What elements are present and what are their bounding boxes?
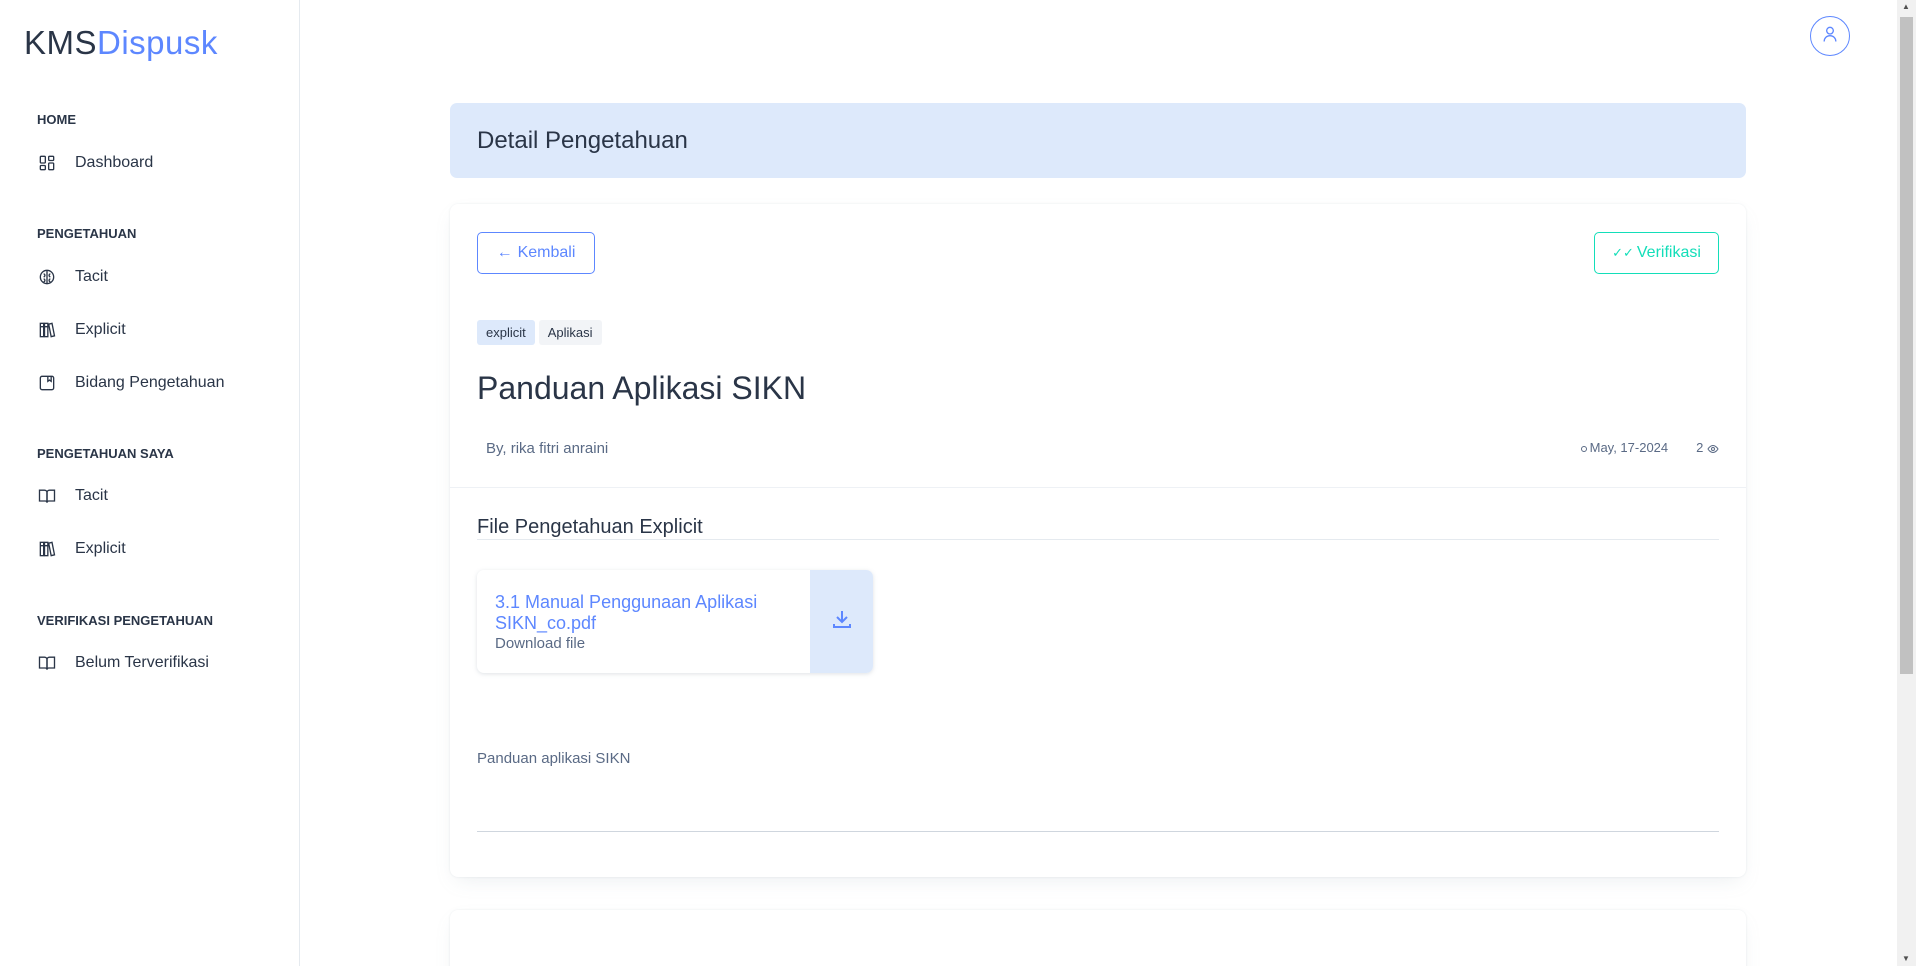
eye-icon	[1707, 440, 1719, 455]
download-button[interactable]	[810, 570, 873, 673]
tag-category: Aplikasi	[538, 320, 602, 345]
sidebar-item-label: Dashboard	[75, 154, 154, 171]
page-title: Detail Pengetahuan	[477, 126, 688, 154]
sidebar-item-my-tacit[interactable]: Tacit	[37, 476, 277, 516]
arrow-left-icon: ←	[496, 244, 513, 261]
user-avatar-button[interactable]	[1810, 16, 1850, 56]
user-icon	[1820, 24, 1840, 49]
file-download-card: 3.1 Manual Penggunaan Aplikasi SIKN_co.p…	[477, 570, 873, 673]
sidebar-item-label: Belum Terverifikasi	[75, 654, 209, 671]
views-count: 2	[1696, 440, 1704, 455]
sidebar-item-bidang-pengetahuan[interactable]: Bidang Pengetahuan	[37, 363, 277, 403]
double-check-icon: ✓✓	[1612, 245, 1634, 260]
brand-part2: Dispusk	[97, 24, 218, 61]
sidebar-item-label: Tacit	[75, 487, 108, 504]
sidebar-item-label: Explicit	[75, 540, 126, 557]
scroll-down-arrow-icon[interactable]: ▼	[1902, 954, 1910, 963]
sidebar-item-tacit[interactable]: Tacit	[37, 257, 277, 297]
date-text: May, 17-2024	[1589, 440, 1669, 455]
dashboard-icon	[37, 153, 57, 173]
views-info: 2	[1696, 440, 1719, 455]
page-header-banner: Detail Pengetahuan	[450, 103, 1746, 178]
sidebar-item-my-explicit[interactable]: Explicit	[37, 529, 277, 569]
meta-info: May, 17-2024 2	[1580, 440, 1719, 455]
file-download-label: Download file	[495, 635, 586, 652]
author-text: By, rika fitri anraini	[486, 440, 609, 457]
page-scrollbar[interactable]: ▲ ▼	[1897, 0, 1916, 966]
book-open-icon	[37, 486, 57, 506]
secondary-card	[450, 910, 1746, 966]
sidebar: KMSDispusk HOME Dashboard PENGETAHUAN Ta…	[0, 0, 300, 966]
description-divider	[477, 831, 1719, 832]
scrollbar-thumb[interactable]	[1900, 17, 1913, 674]
nav-section-home: HOME	[37, 112, 76, 127]
knowledge-detail-card: ← Kembali ✓✓ Verifikasi explicit Aplikas…	[450, 204, 1746, 877]
sidebar-item-label: Explicit	[75, 321, 126, 338]
back-button-label: Kembali	[517, 244, 576, 261]
nav-section-verifikasi: VERIFIKASI PENGETAHUAN	[37, 613, 213, 628]
sidebar-item-label: Tacit	[75, 268, 108, 285]
sidebar-item-explicit[interactable]: Explicit	[37, 310, 277, 350]
brand-part1: KMS	[24, 24, 98, 61]
sidebar-item-label: Bidang Pengetahuan	[75, 374, 225, 391]
dot-icon	[1580, 446, 1587, 452]
brand-logo[interactable]: KMSDispusk	[24, 24, 218, 62]
file-name-link[interactable]: 3.1 Manual Penggunaan Aplikasi SIKN_co.p…	[495, 592, 785, 634]
scroll-up-arrow-icon[interactable]: ▲	[1902, 2, 1910, 11]
sidebar-item-belum-terverifikasi[interactable]: Belum Terverifikasi	[37, 643, 277, 683]
back-button[interactable]: ← Kembali	[477, 232, 595, 274]
download-icon	[830, 607, 854, 636]
verify-button[interactable]: ✓✓ Verifikasi	[1594, 232, 1719, 274]
bookmark-icon	[37, 373, 57, 393]
nav-section-pengetahuan: PENGETAHUAN	[37, 226, 137, 241]
divider	[450, 487, 1746, 488]
date-info: May, 17-2024	[1580, 440, 1669, 455]
file-section-title: File Pengetahuan Explicit	[477, 516, 703, 538]
section-divider	[477, 539, 1719, 540]
description-text: Panduan aplikasi SIKN	[477, 750, 631, 767]
brain-icon	[37, 267, 57, 287]
books-icon	[37, 539, 57, 559]
book-open-icon	[37, 653, 57, 673]
knowledge-title: Panduan Aplikasi SIKN	[477, 370, 807, 406]
nav-section-pengetahuan-saya: PENGETAHUAN SAYA	[37, 446, 174, 461]
sidebar-item-dashboard[interactable]: Dashboard	[37, 143, 277, 183]
verify-button-label: Verifikasi	[1636, 244, 1701, 261]
books-icon	[37, 320, 57, 340]
tag-list: explicit Aplikasi	[477, 320, 602, 345]
tag-type: explicit	[477, 320, 535, 345]
